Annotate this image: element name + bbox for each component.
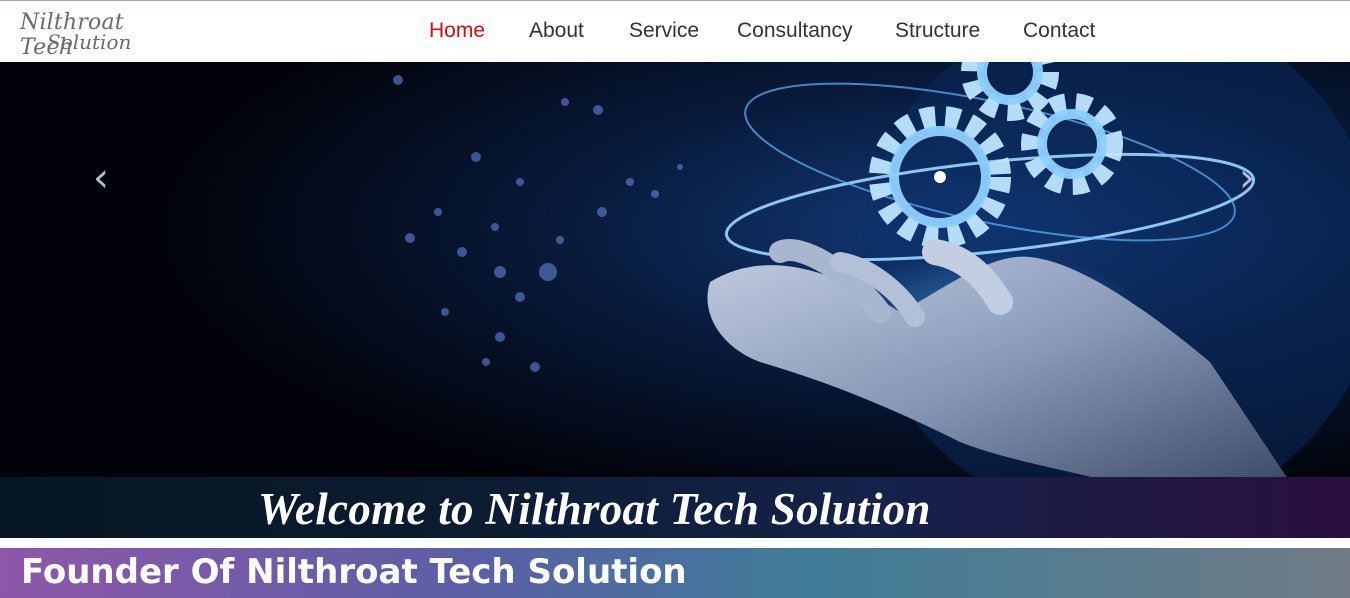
section-divider	[0, 538, 1350, 548]
nav-structure[interactable]: Structure	[895, 19, 980, 43]
founder-title: Founder Of Nilthroat Tech Solution	[21, 552, 687, 592]
carousel-next-icon[interactable]: ›	[1234, 158, 1260, 198]
carousel-prev-icon[interactable]: ‹	[88, 158, 114, 198]
hero-carousel: ‹ › Welcome to Nilthroat Tech Solution	[0, 62, 1350, 538]
main-nav: Home About Service Consultancy Structure…	[0, 0, 1350, 62]
founder-section-header: Founder Of Nilthroat Tech Solution	[0, 548, 1350, 598]
nav-about[interactable]: About	[529, 19, 584, 43]
nav-consultancy[interactable]: Consultancy	[737, 19, 853, 43]
hero-caption: Welcome to Nilthroat Tech Solution	[258, 484, 931, 534]
hero-image	[0, 62, 1350, 538]
nav-contact[interactable]: Contact	[1023, 19, 1095, 43]
hero-caption-bar: Welcome to Nilthroat Tech Solution	[0, 477, 1350, 538]
nav-home[interactable]: Home	[429, 19, 485, 43]
nav-service[interactable]: Service	[629, 19, 699, 43]
